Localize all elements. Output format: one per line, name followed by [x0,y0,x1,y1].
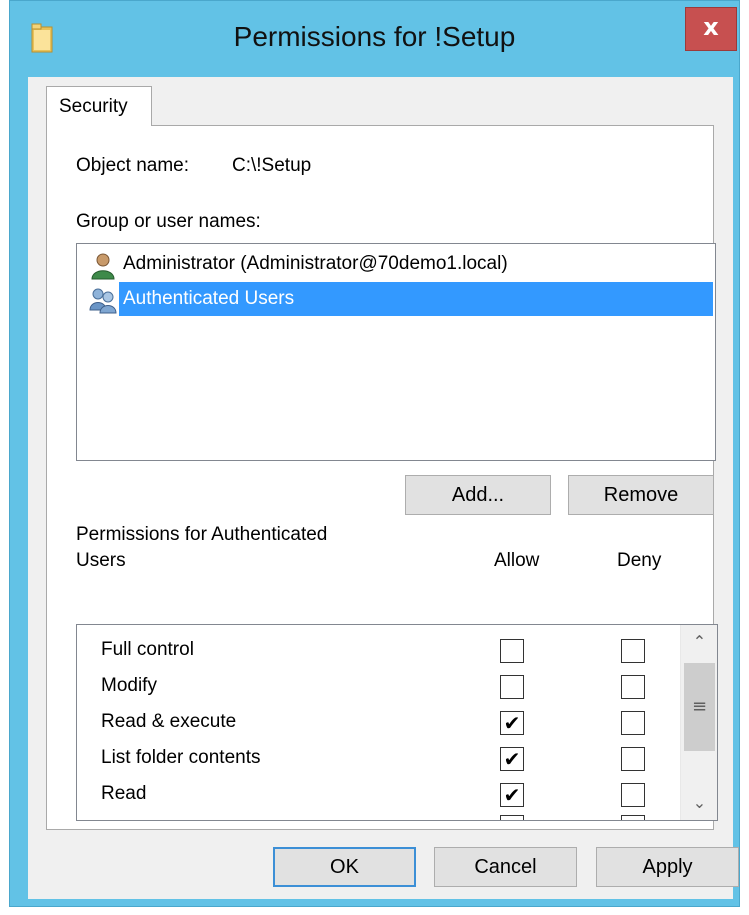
scroll-down-icon[interactable]: ⌄ [681,786,717,820]
permission-name: Full control [101,639,194,660]
add-button[interactable]: Add... [405,475,551,515]
user-icon [91,253,115,280]
permissions-scrollbar[interactable]: ⌃ ≡ ⌄ [680,625,717,820]
deny-checkbox[interactable] [621,747,645,771]
allow-checkbox[interactable] [500,815,524,820]
permission-row: Full control [77,633,677,669]
deny-checkbox[interactable] [621,711,645,735]
deny-checkbox[interactable] [621,815,645,820]
group-user-listbox[interactable]: Administrator (Administrator@70demo1.loc… [76,243,716,461]
permissions-dialog: Permissions for !Setup x Security Object… [9,0,740,907]
permission-row: List folder contents ✔ [77,741,677,777]
deny-column-header: Deny [617,550,662,571]
tab-security[interactable]: Security [46,86,152,126]
permission-row: Modify [77,669,677,705]
title-bar[interactable]: Permissions for !Setup x [10,1,739,77]
permission-name: List folder contents [101,747,261,768]
permissions-label-line2: Users [76,550,126,571]
deny-checkbox[interactable] [621,639,645,663]
permission-name: Modify [101,675,157,696]
object-name-label: Object name: [76,155,189,176]
users-group-icon [89,288,117,314]
permission-row: Read & execute ✔ [77,705,677,741]
deny-checkbox[interactable] [621,783,645,807]
dialog-client-area: Security Object name: C:\!Setup Group or… [28,77,739,899]
list-item-label: Administrator (Administrator@70demo1.loc… [123,253,508,274]
list-item-authenticated-users[interactable]: Authenticated Users [85,282,713,316]
ok-button[interactable]: OK [273,847,416,887]
deny-checkbox[interactable] [621,675,645,699]
apply-button[interactable]: Apply [596,847,739,887]
object-name-value: C:\!Setup [232,155,312,176]
scroll-thumb[interactable]: ≡ [684,663,715,751]
permission-name: Read & execute [101,711,237,732]
close-button[interactable]: x [685,7,737,51]
list-item-label: Authenticated Users [119,282,713,316]
allow-column-header: Allow [494,550,540,571]
cancel-button[interactable]: Cancel [434,847,577,887]
remove-button[interactable]: Remove [568,475,714,515]
permissions-list[interactable]: Full control Modify Read & execute ✔ List fo… [76,624,718,821]
permissions-label-line1: Permissions for Authenticated [76,524,328,545]
permission-row: Read ✔ [77,777,677,813]
allow-checkbox[interactable] [500,675,524,699]
scroll-up-icon[interactable]: ⌃ [681,625,717,659]
allow-checkbox[interactable] [500,639,524,663]
allow-checkbox[interactable]: ✔ [500,747,524,771]
allow-checkbox[interactable]: ✔ [500,783,524,807]
permission-name: Read [101,783,147,804]
security-tab-panel: Object name: C:\!Setup Group or user nam… [46,125,718,830]
list-item-administrator[interactable]: Administrator (Administrator@70demo1.loc… [85,248,713,282]
window-title: Permissions for !Setup [233,21,516,52]
allow-checkbox[interactable]: ✔ [500,711,524,735]
group-list-label: Group or user names: [76,211,261,232]
